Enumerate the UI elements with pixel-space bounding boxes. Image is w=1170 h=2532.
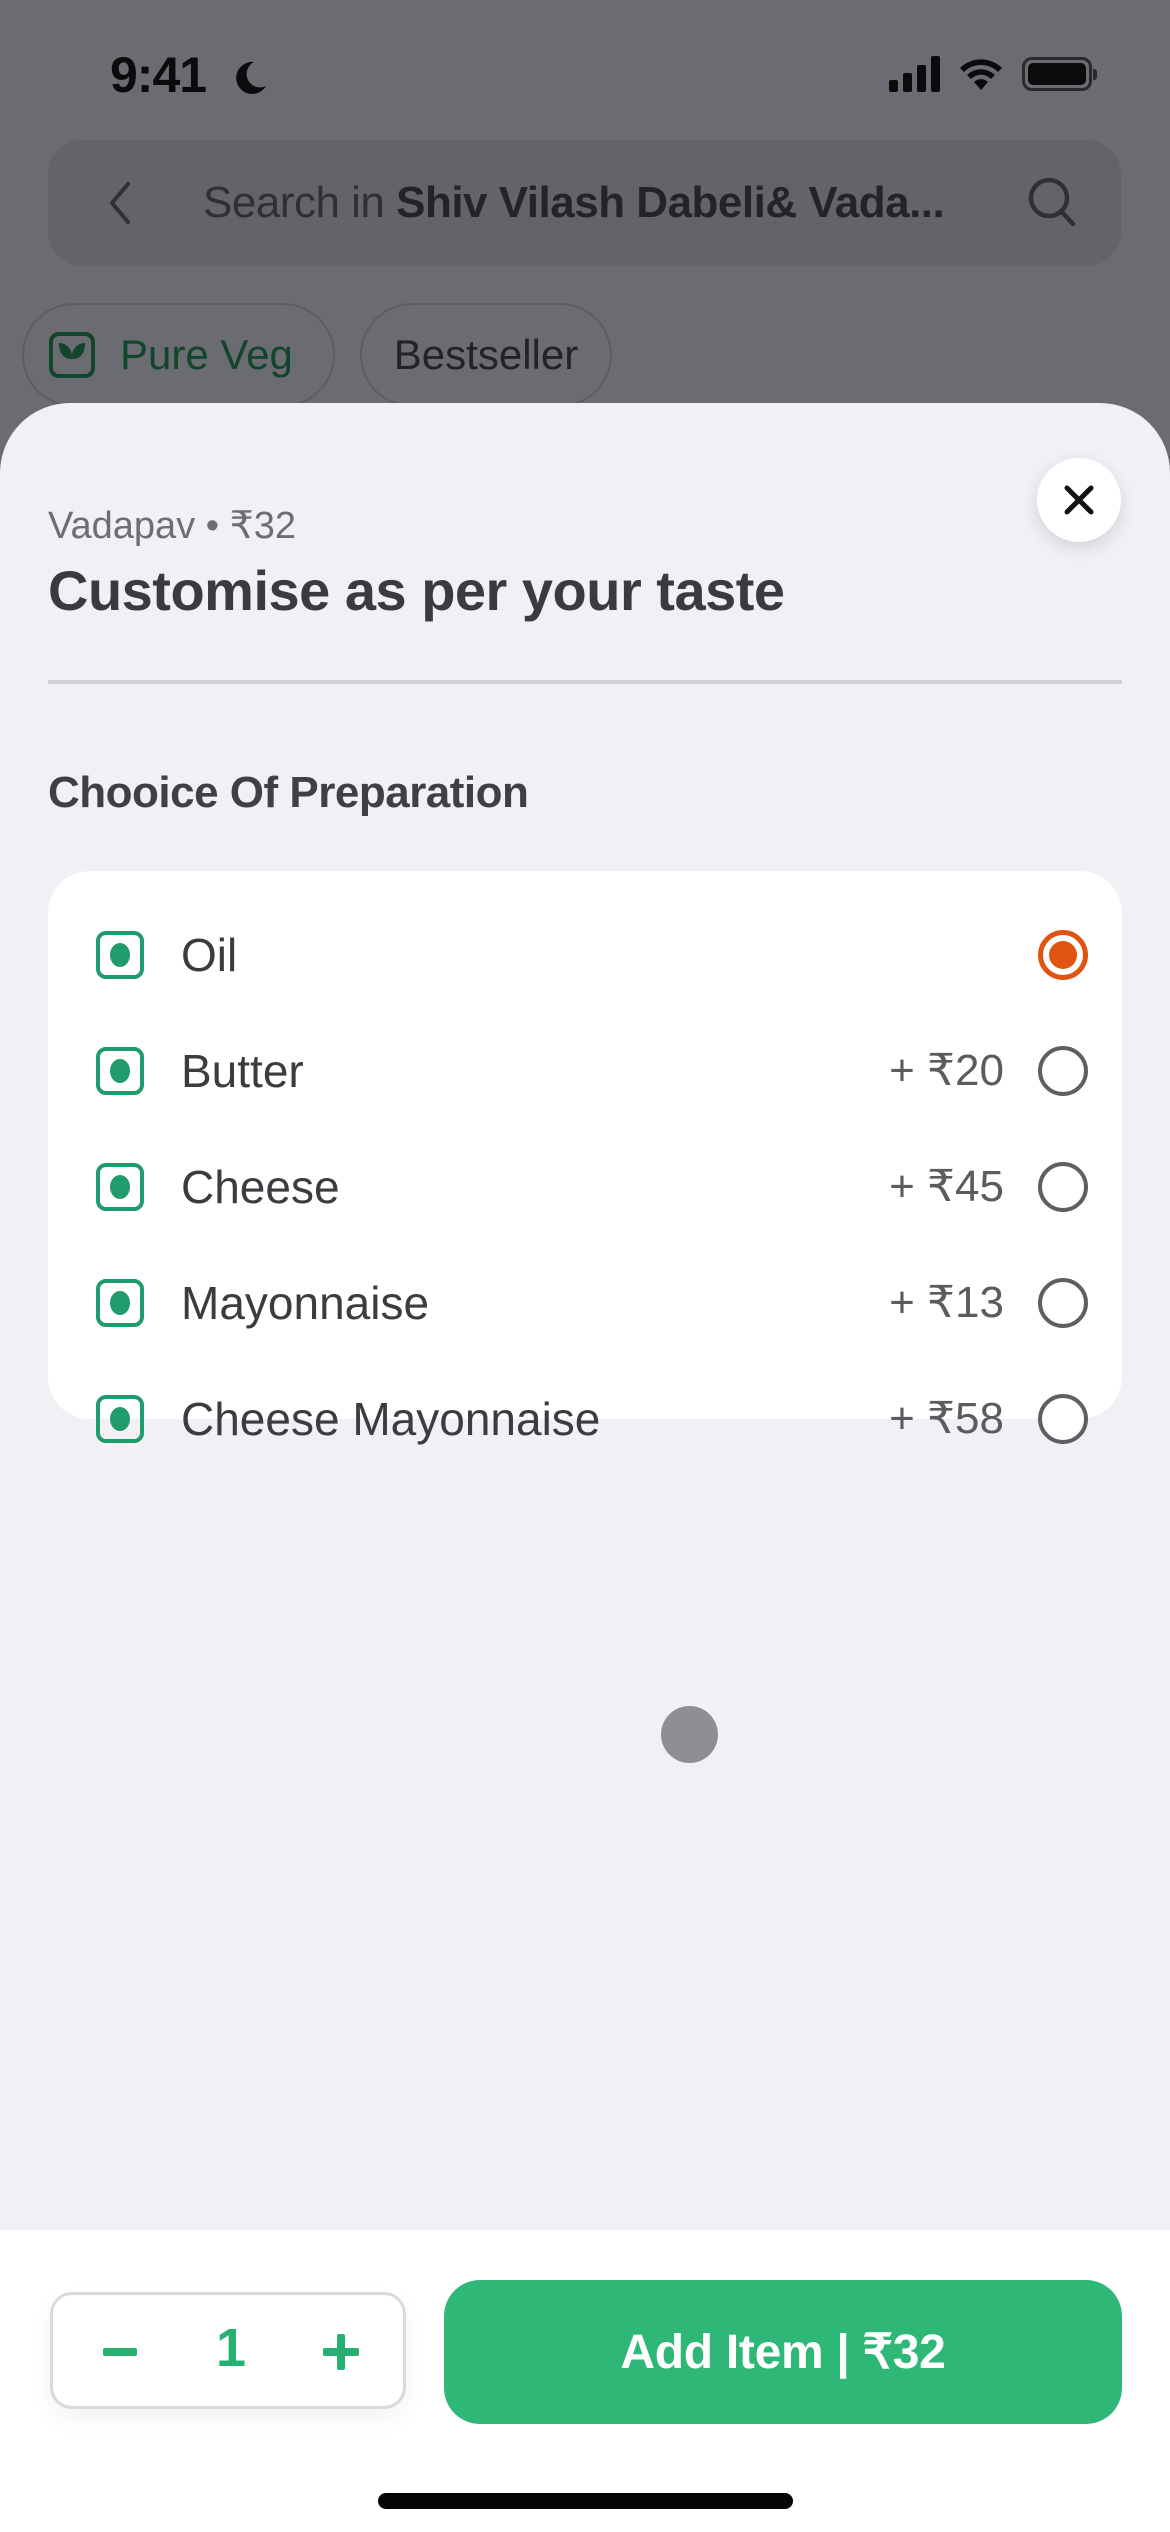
option-label: Oil <box>181 928 238 981</box>
divider <box>48 680 1122 684</box>
veg-indicator-icon <box>96 1278 144 1327</box>
plus-icon[interactable] <box>311 2321 371 2381</box>
filter-chip-label: Bestseller <box>393 331 579 378</box>
status-bar: 9:41 <box>0 0 1170 150</box>
veg-leaf-icon <box>49 332 95 378</box>
wifi-icon <box>960 59 1002 90</box>
sheet-footer: 1 Add Item | ₹32 <box>0 2230 1170 2532</box>
search-prefix: Search in <box>203 178 397 227</box>
option-price: + ₹20 <box>889 1046 1004 1095</box>
add-item-button[interactable]: Add Item | ₹32 <box>444 2280 1122 2424</box>
option-label: Mayonnaise <box>181 1276 430 1329</box>
options-card: Oil Butter + ₹20 Cheese + ₹45 Mayonnaise… <box>48 871 1122 1445</box>
search-restaurant-name: Shiv Vilash Dabeli& Vada... <box>396 178 945 227</box>
item-name-price: Vadapav • ₹32 <box>48 505 297 547</box>
quantity-stepper: 1 <box>50 2292 406 2409</box>
option-price: + ₹13 <box>889 1278 1004 1327</box>
signal-icon <box>889 56 940 92</box>
touch-indicator <box>661 1706 718 1763</box>
option-oil[interactable]: Oil <box>48 896 1122 1013</box>
option-price: + ₹58 <box>889 1394 1004 1443</box>
close-button[interactable] <box>1037 458 1121 542</box>
radio-selected[interactable] <box>1038 929 1088 980</box>
radio-unselected[interactable] <box>1038 1393 1088 1444</box>
customise-bottom-sheet: Vadapav • ₹32 Customise as per your tast… <box>0 403 1170 2532</box>
option-label: Cheese <box>181 1160 340 1213</box>
option-mayonnaise[interactable]: Mayonnaise + ₹13 <box>48 1244 1122 1361</box>
veg-indicator-icon <box>96 1046 144 1095</box>
radio-unselected[interactable] <box>1038 1161 1088 1212</box>
option-butter[interactable]: Butter + ₹20 <box>48 1012 1122 1129</box>
filter-chip-bestseller[interactable]: Bestseller <box>360 303 612 407</box>
option-cheese[interactable]: Cheese + ₹45 <box>48 1128 1122 1245</box>
chevron-left-icon[interactable] <box>96 176 146 230</box>
moon-icon <box>236 61 266 94</box>
filter-chip-pure-veg[interactable]: Pure Veg <box>22 303 335 407</box>
background-page: 9:41 Search in Shiv Vilash Dabeli& Vada.… <box>0 0 1170 420</box>
search-placeholder: Search in Shiv Vilash Dabeli& Vada... <box>203 178 945 228</box>
quantity-value: 1 <box>215 2318 247 2378</box>
option-cheese-mayonnaise[interactable]: Cheese Mayonnaise + ₹58 <box>48 1360 1122 1477</box>
search-icon[interactable] <box>1023 170 1083 234</box>
home-indicator <box>378 2493 793 2509</box>
veg-indicator-icon <box>96 1162 144 1211</box>
option-price: + ₹45 <box>889 1162 1004 1211</box>
option-label: Cheese Mayonnaise <box>181 1392 601 1445</box>
menu-search-bar[interactable]: Search in Shiv Vilash Dabeli& Vada... <box>48 140 1121 266</box>
veg-indicator-icon <box>96 930 144 979</box>
status-icons <box>889 56 1097 92</box>
close-icon <box>1064 485 1094 515</box>
option-label: Butter <box>181 1044 304 1097</box>
battery-icon <box>1022 57 1097 91</box>
sheet-title: Customise as per your taste <box>48 559 785 622</box>
filter-chip-label: Pure Veg <box>120 331 293 378</box>
minus-icon[interactable] <box>97 2321 157 2381</box>
veg-indicator-icon <box>96 1394 144 1443</box>
option-group-title: Chooice Of Preparation <box>48 768 529 817</box>
radio-unselected[interactable] <box>1038 1277 1088 1328</box>
status-time: 9:41 <box>110 47 207 103</box>
radio-unselected[interactable] <box>1038 1045 1088 1096</box>
